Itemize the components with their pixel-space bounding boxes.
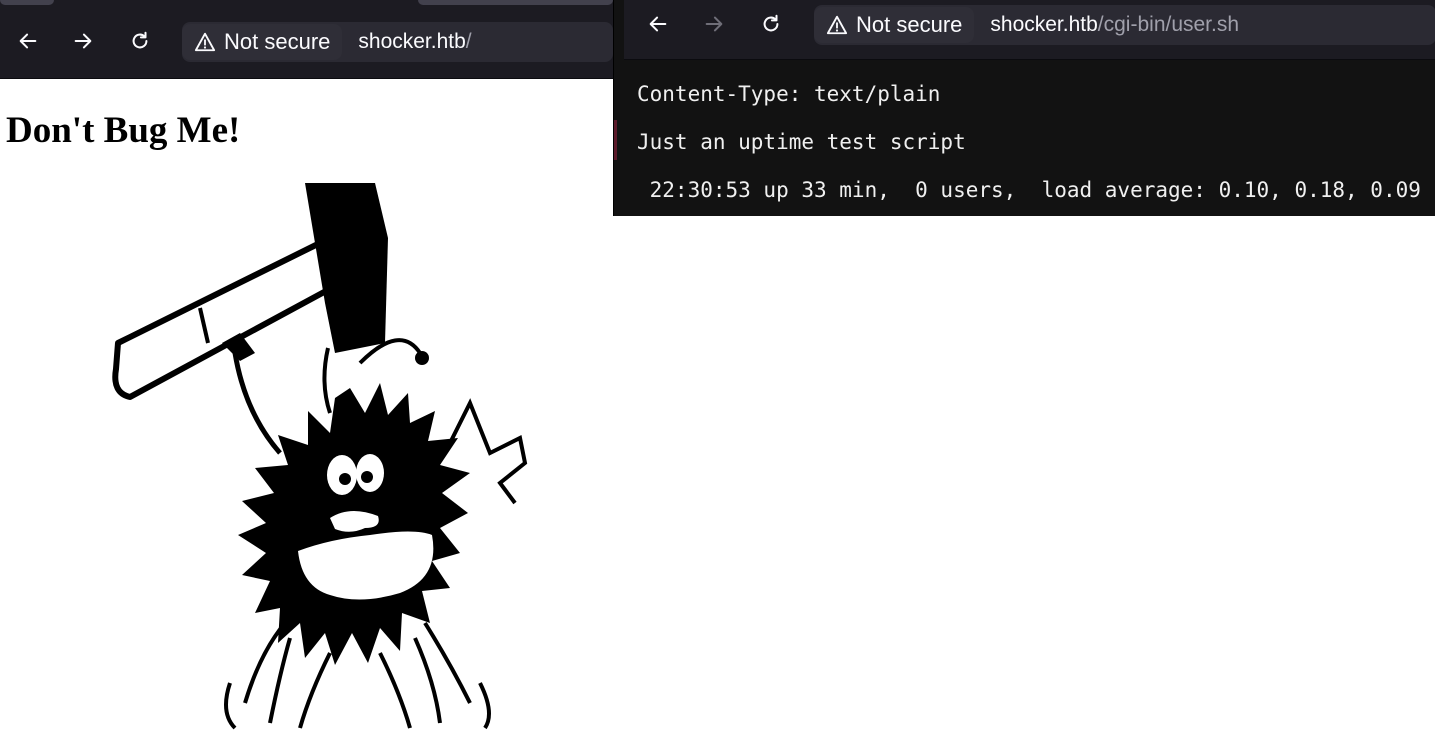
url-path: / xyxy=(465,30,472,53)
arrow-left-icon xyxy=(19,33,37,49)
warning-triangle-icon xyxy=(194,32,216,52)
url-path: /cgi-bin/user.sh xyxy=(1097,13,1240,36)
back-button[interactable] xyxy=(12,25,44,57)
site-security-button[interactable]: Not secure xyxy=(182,24,343,60)
tab-edge[interactable] xyxy=(418,0,613,5)
arrow-right-icon xyxy=(705,16,723,32)
forward-button[interactable] xyxy=(67,25,99,57)
reload-icon xyxy=(132,31,148,49)
reload-button[interactable] xyxy=(755,8,787,40)
left-browser-window: Not secure shocker.htb/ Don't Bug Me! xyxy=(0,0,613,751)
security-label: Not secure xyxy=(856,12,963,37)
arrow-right-icon xyxy=(74,33,92,49)
right-toolbar: Not secure shocker.htb/cgi-bin/user.sh xyxy=(624,0,1435,60)
arrow-left-icon xyxy=(649,16,667,32)
plain-text-response: Content-Type: text/plain Just an uptime … xyxy=(624,60,1435,216)
url-text[interactable]: shocker.htb/ xyxy=(358,30,471,54)
response-line-content-type: Content-Type: text/plain xyxy=(637,82,941,106)
url-text[interactable]: shocker.htb/cgi-bin/user.sh xyxy=(990,13,1239,37)
page-heading: Don't Bug Me! xyxy=(6,110,241,151)
reload-button[interactable] xyxy=(124,25,156,57)
left-toolbar: Not secure shocker.htb/ xyxy=(0,0,613,79)
warning-triangle-icon xyxy=(826,15,848,35)
security-label: Not secure xyxy=(224,29,331,54)
bug-with-hammer-image xyxy=(112,183,528,730)
page-content: Don't Bug Me! xyxy=(0,79,613,751)
reload-icon xyxy=(763,14,779,32)
forward-button[interactable] xyxy=(698,8,730,40)
site-security-button[interactable]: Not secure xyxy=(814,7,975,43)
address-bar[interactable]: Not secure shocker.htb/cgi-bin/user.sh xyxy=(814,5,1435,45)
url-host: shocker.htb xyxy=(990,13,1098,36)
response-line-description: Just an uptime test script xyxy=(637,130,966,154)
back-button[interactable] xyxy=(642,8,674,40)
right-browser-window: Not secure shocker.htb/cgi-bin/user.sh C… xyxy=(613,0,1435,216)
tab-edge[interactable] xyxy=(0,0,54,5)
response-line-uptime: 22:30:53 up 33 min, 0 users, load averag… xyxy=(637,178,1421,202)
window-edge-accent xyxy=(614,120,617,160)
url-host: shocker.htb xyxy=(358,30,466,53)
address-bar[interactable]: Not secure shocker.htb/ xyxy=(182,22,613,62)
